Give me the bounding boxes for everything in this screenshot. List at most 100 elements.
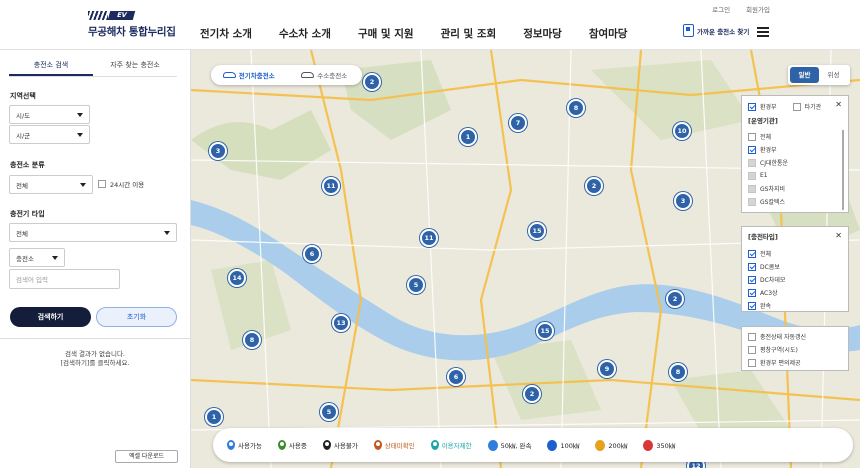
tab-charger-search[interactable]: 충전소 검색 <box>9 60 93 76</box>
operator-item[interactable]: E1 <box>748 169 788 182</box>
agency-env-checkbox[interactable] <box>748 102 756 111</box>
open24-checkbox[interactable] <box>98 180 106 188</box>
checkbox[interactable] <box>748 145 756 154</box>
sidebar-tabs: 충전소 검색 자주 찾는 충전소 <box>9 60 177 77</box>
site-logo[interactable]: EV 무공해차 통합누리집 <box>88 10 176 39</box>
operator-item[interactable]: 환경부 <box>748 143 788 156</box>
map-type-normal[interactable]: 일반 <box>790 67 819 83</box>
open24-option[interactable]: 24시간 이용 <box>98 179 144 189</box>
checkbox[interactable] <box>748 249 756 258</box>
nav-participate[interactable]: 참여마당 <box>589 26 628 41</box>
extra-option[interactable]: 충전상태 자동갱신 <box>748 330 806 343</box>
operator-item[interactable]: GS칼텍스 <box>748 195 788 208</box>
cluster-marker[interactable]: 11 <box>420 229 438 247</box>
cluster-marker[interactable]: 9 <box>598 360 616 378</box>
cluster-marker[interactable]: 2 <box>585 177 603 195</box>
charge-type-item[interactable]: AC3상 <box>748 286 785 299</box>
checkbox[interactable] <box>748 184 756 193</box>
cluster-marker[interactable]: 10 <box>673 122 691 140</box>
legend-label: 사용가능 <box>238 442 262 450</box>
nav-info[interactable]: 정보마당 <box>523 26 562 41</box>
chevron-down-icon <box>77 132 83 137</box>
cluster-marker[interactable]: 1 <box>205 408 223 426</box>
login-link[interactable]: 로그인 <box>712 4 730 14</box>
agency-checks: 환경부 타기관 <box>748 100 821 113</box>
main-nav: 전기차 소개 수소차 소개 구매 및 지원 관리 및 조회 정보마당 참여마당 <box>200 26 654 41</box>
legend-label: 이용자제한 <box>441 442 472 450</box>
search-button[interactable]: 검색하기 <box>10 307 91 327</box>
cluster-marker[interactable]: 7 <box>509 114 527 132</box>
h2-charger-tab[interactable]: 수소충전소 <box>287 70 363 80</box>
cluster-marker[interactable]: 6 <box>447 368 465 386</box>
cluster-marker[interactable]: 11 <box>322 177 340 195</box>
checkbox[interactable] <box>748 345 756 354</box>
checkbox[interactable] <box>748 171 756 180</box>
checkbox[interactable] <box>748 275 756 284</box>
search-placeholder: 검색어 입력 <box>16 276 48 284</box>
charge-type-item[interactable]: DC콤보 <box>748 260 785 273</box>
charge-type-item[interactable]: 완속 <box>748 299 785 312</box>
agency-other-checkbox[interactable] <box>792 102 801 111</box>
operator-label: GS칼텍스 <box>760 199 786 206</box>
cluster-marker[interactable]: 14 <box>228 269 246 287</box>
checkbox[interactable] <box>748 132 756 141</box>
cluster-marker[interactable]: 8 <box>669 363 687 381</box>
search-input[interactable]: 검색어 입력 <box>9 269 120 289</box>
menu-icon[interactable] <box>757 27 769 37</box>
cluster-marker[interactable]: 5 <box>320 403 338 421</box>
nav-manage[interactable]: 관리 및 조회 <box>441 26 497 41</box>
cluster-marker[interactable]: 3 <box>674 192 692 210</box>
checkbox[interactable] <box>748 358 756 367</box>
scrollbar[interactable] <box>842 130 844 210</box>
type-select[interactable]: 전체 <box>9 223 177 242</box>
nav-ev-intro[interactable]: 전기차 소개 <box>200 26 252 41</box>
cluster-marker[interactable]: 2 <box>363 73 381 91</box>
operator-item[interactable]: GS차지비 <box>748 182 788 195</box>
extra-option[interactable]: 환경부 편의제공 <box>748 356 806 369</box>
signup-link[interactable]: 회원가입 <box>746 4 770 14</box>
cluster-marker[interactable]: 2 <box>666 290 684 308</box>
search-by-select[interactable]: 충전소 <box>9 248 65 267</box>
ev-charger-tab[interactable]: 전기차충전소 <box>211 70 287 80</box>
chevron-down-icon <box>52 255 58 260</box>
checkbox[interactable] <box>748 332 756 341</box>
close-icon[interactable]: ✕ <box>835 100 842 109</box>
checkbox[interactable] <box>748 158 756 167</box>
cluster-marker[interactable]: 15 <box>528 222 546 240</box>
checkbox[interactable] <box>748 301 756 310</box>
operator-item[interactable]: 전체 <box>748 130 788 143</box>
cluster-marker[interactable]: 6 <box>303 245 321 263</box>
extra-option[interactable]: 평창구역(시도) <box>748 343 806 356</box>
sido-select[interactable]: 시/도 <box>9 105 90 124</box>
map-area[interactable]: 전기차충전소 수소충전소 일반 위성 2 8 7 1 10 3 11 2 3 1… <box>191 50 860 468</box>
map-type-satellite[interactable]: 위성 <box>819 67 848 83</box>
cluster-marker[interactable]: 3 <box>209 142 227 160</box>
cluster-marker[interactable]: 8 <box>243 331 261 349</box>
class-select[interactable]: 전체 <box>9 175 93 194</box>
cluster-marker[interactable]: 1 <box>459 128 477 146</box>
charge-type-label: 완속 <box>760 303 772 310</box>
reset-button[interactable]: 초기화 <box>96 307 177 327</box>
charge-type-item[interactable]: 전체 <box>748 247 785 260</box>
charge-type-item[interactable]: DC차데모 <box>748 273 785 286</box>
close-icon[interactable]: ✕ <box>835 231 842 240</box>
checkbox[interactable] <box>748 288 756 297</box>
operator-item[interactable]: CJ대한통운 <box>748 156 788 169</box>
nearby-charger-button[interactable]: 가까운 충전소 찾기 <box>683 24 749 37</box>
pin-icon <box>373 440 382 450</box>
nav-h2-intro[interactable]: 수소차 소개 <box>279 26 331 41</box>
cluster-marker[interactable]: 2 <box>523 385 541 403</box>
checkbox[interactable] <box>748 197 756 206</box>
cluster-marker[interactable]: 5 <box>407 276 425 294</box>
excel-download-button[interactable]: 엑셀 다운로드 <box>115 450 178 463</box>
cluster-marker[interactable]: 15 <box>536 322 554 340</box>
nav-purchase[interactable]: 구매 및 지원 <box>358 26 414 41</box>
tab-favorite-chargers[interactable]: 자주 찾는 충전소 <box>93 60 177 76</box>
legend-label: 200㎾ <box>608 442 628 450</box>
cluster-marker[interactable]: 8 <box>567 99 585 117</box>
speed-icon <box>547 439 558 451</box>
cluster-marker[interactable]: 13 <box>332 314 350 332</box>
legend-unknown: 상태미확인 <box>373 440 415 450</box>
checkbox[interactable] <box>748 262 756 271</box>
sigungu-select[interactable]: 시/군 <box>9 125 90 144</box>
